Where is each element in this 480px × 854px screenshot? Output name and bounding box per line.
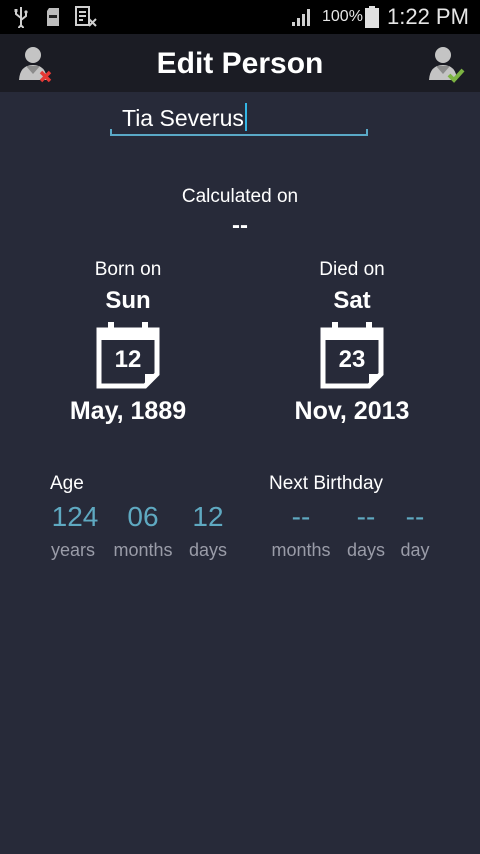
calculated-on-value: -- bbox=[232, 212, 248, 239]
age-label: Age bbox=[50, 473, 84, 494]
died-on-label: Died on bbox=[319, 259, 385, 280]
age-years-value: 124 bbox=[51, 501, 99, 532]
died-day: 23 bbox=[338, 346, 366, 373]
born-on-label: Born on bbox=[94, 259, 162, 280]
input-underline-right-tick bbox=[366, 129, 368, 136]
died-month-year: Nov, 2013 bbox=[294, 397, 410, 425]
battery-icon bbox=[364, 0, 380, 34]
person-name-field[interactable]: Tia Severus bbox=[110, 100, 368, 136]
age-months-value: 06 bbox=[127, 501, 159, 532]
clock: 1:22 PM bbox=[387, 4, 469, 29]
next-birthday-day-value: -- bbox=[405, 501, 425, 532]
signal-icon bbox=[290, 0, 314, 34]
sd-card-icon bbox=[44, 0, 62, 34]
next-birthday-months-value: -- bbox=[291, 501, 311, 532]
died-weekday: Sat bbox=[333, 287, 371, 314]
app-bar: Edit Person bbox=[0, 34, 480, 92]
next-birthday-days-value: -- bbox=[356, 501, 376, 532]
text-cursor bbox=[244, 103, 247, 131]
age-days-value: 12 bbox=[192, 501, 224, 532]
input-underline bbox=[110, 134, 368, 136]
born-weekday: Sun bbox=[105, 287, 151, 314]
save-person-button[interactable] bbox=[426, 44, 466, 84]
input-underline-left-tick bbox=[110, 129, 112, 136]
age-days-unit: days bbox=[188, 540, 228, 560]
sim-card-icon bbox=[73, 0, 99, 34]
next-birthday-months-unit: months bbox=[271, 540, 331, 560]
battery-percent: 100% bbox=[322, 8, 363, 25]
age-months-unit: months bbox=[113, 540, 173, 560]
save-person-icon bbox=[426, 47, 466, 88]
page-title: Edit Person bbox=[156, 47, 324, 80]
calculated-on-label: Calculated on bbox=[181, 186, 299, 207]
person-name-value: Tia Severus bbox=[122, 105, 244, 131]
age-years-unit: years bbox=[50, 540, 95, 560]
born-month-year: May, 1889 bbox=[69, 397, 187, 425]
status-bar: 100% 1:22 PM bbox=[0, 0, 480, 34]
next-birthday-label: Next Birthday bbox=[269, 473, 384, 494]
usb-icon bbox=[10, 0, 32, 34]
next-birthday-days-unit: days bbox=[346, 540, 386, 560]
born-date-picker[interactable]: 12 bbox=[96, 322, 166, 392]
born-day: 12 bbox=[114, 346, 142, 373]
next-birthday-day-unit: day bbox=[400, 540, 430, 560]
died-date-picker[interactable]: 23 bbox=[320, 322, 390, 392]
